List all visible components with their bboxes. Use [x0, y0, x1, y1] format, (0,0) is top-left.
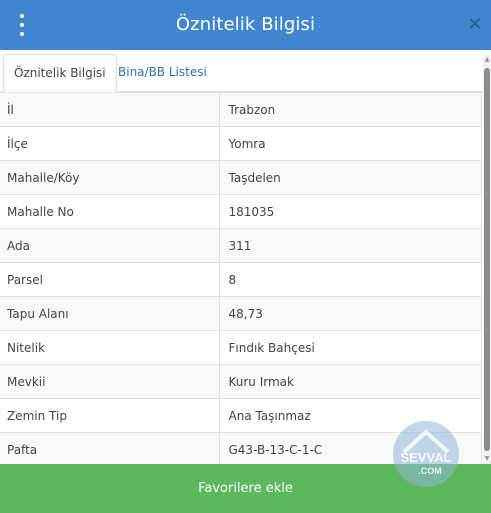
- attribute-info-panel: Öznitelik Bilgisi ✕ Öznitelik Bilgisi Bi…: [0, 0, 491, 513]
- table-row: Zemin Tip Ana Taşınmaz: [0, 398, 482, 433]
- attribute-table-container: İl Trabzon İlçe Yomra Mahalle/Köy Taşdelen Mah…: [0, 92, 483, 464]
- panel-header: Öznitelik Bilgisi ✕: [0, 0, 491, 50]
- attribute-key: İl: [0, 92, 220, 127]
- attribute-value: G43-B-13-C-1-C: [218, 432, 482, 464]
- table-row: Mahalle/Köy Taşdelen: [0, 160, 482, 195]
- scrollbar-thumb[interactable]: [484, 68, 490, 451]
- table-row: Pafta G43-B-13-C-1-C: [0, 432, 482, 464]
- table-row: Mahalle No 181035: [0, 194, 482, 229]
- tab-attribute-info[interactable]: Öznitelik Bilgisi: [3, 54, 117, 93]
- attribute-key: İlçe: [0, 126, 220, 161]
- attribute-value: Kuru Irmak: [218, 364, 482, 399]
- scroll-down-arrow-icon[interactable]: ▼: [483, 455, 491, 463]
- table-row: İlçe Yomra: [0, 126, 482, 161]
- table-row: Parsel 8: [0, 262, 482, 297]
- close-icon[interactable]: ✕: [467, 14, 483, 36]
- attribute-key: Mahalle No: [0, 194, 220, 229]
- attribute-table: İl Trabzon İlçe Yomra Mahalle/Köy Taşdelen Mah…: [0, 92, 482, 464]
- attribute-key: Parsel: [0, 262, 220, 297]
- attribute-key: Ada: [0, 228, 220, 263]
- table-row: Nitelik Fındık Bahçesi: [0, 330, 482, 365]
- add-to-favorites-button[interactable]: Favorilere ekle: [0, 464, 491, 513]
- attribute-value: 8: [218, 262, 482, 297]
- attribute-value: Yomra: [218, 126, 482, 161]
- tab-bar: Öznitelik Bilgisi Bina/BB Listesi: [0, 50, 483, 93]
- table-row: Tapu Alanı 48,73: [0, 296, 482, 331]
- attribute-key: Tapu Alanı: [0, 296, 220, 331]
- attribute-key: Mahalle/Köy: [0, 160, 220, 195]
- scroll-up-arrow-icon[interactable]: ▲: [483, 56, 491, 64]
- table-row: Ada 311: [0, 228, 482, 263]
- vertical-scrollbar[interactable]: ▲ ▼: [483, 55, 491, 464]
- attribute-value: Taşdelen: [218, 160, 482, 195]
- attribute-value: Trabzon: [218, 92, 482, 127]
- panel-title: Öznitelik Bilgisi: [175, 14, 316, 35]
- attribute-key: Pafta: [0, 432, 220, 464]
- attribute-value: 181035: [218, 194, 482, 229]
- tab-building-list[interactable]: Bina/BB Listesi: [108, 54, 217, 92]
- attribute-value: Fındık Bahçesi: [218, 330, 482, 365]
- table-row: Mevkii Kuru Irmak: [0, 364, 482, 399]
- attribute-value: 311: [218, 228, 482, 263]
- table-row: İl Trabzon: [0, 92, 482, 127]
- attribute-key: Mevkii: [0, 364, 220, 399]
- attribute-value: Ana Taşınmaz: [218, 398, 482, 433]
- attribute-key: Zemin Tip: [0, 398, 220, 433]
- attribute-key: Nitelik: [0, 330, 220, 365]
- attribute-value: 48,73: [218, 296, 482, 331]
